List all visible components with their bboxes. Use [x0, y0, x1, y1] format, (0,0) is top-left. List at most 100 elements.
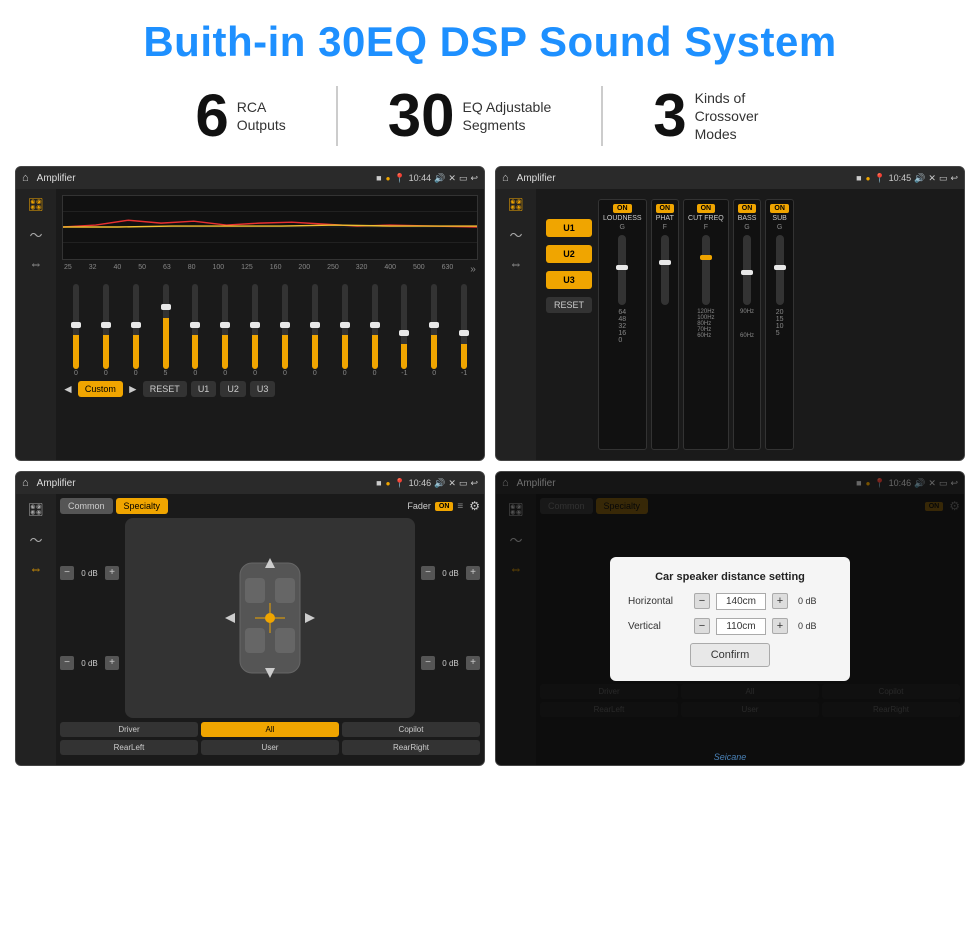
eq-band-320: 320	[356, 264, 368, 275]
eq-slider-14[interactable]: -1	[450, 284, 478, 377]
eq-val-11: 0	[373, 370, 377, 377]
vertical-value: 110cm	[716, 618, 766, 635]
eq-prev-icon[interactable]: ◄	[62, 382, 74, 396]
fader-home-icon[interactable]: ⌂	[22, 477, 29, 489]
eq-val-8: 0	[283, 370, 287, 377]
rearright-btn[interactable]: RearRight	[342, 740, 480, 755]
eq-slider-5[interactable]: 0	[181, 284, 209, 377]
eq-next-icon[interactable]: ►	[127, 382, 139, 396]
fader-sidebar-balance-icon[interactable]: ⇔	[30, 561, 43, 576]
eq-slider-10[interactable]: 0	[331, 284, 359, 377]
db-plus-3[interactable]: +	[466, 566, 480, 580]
all-btn[interactable]: All	[201, 722, 339, 737]
phat-slider[interactable]	[661, 235, 669, 305]
db-plus-1[interactable]: +	[105, 566, 119, 580]
phat-on-badge[interactable]: ON	[656, 204, 675, 213]
db-minus-3[interactable]: −	[421, 566, 435, 580]
amp-u3-btn[interactable]: U3	[546, 271, 592, 289]
vertical-minus-btn[interactable]: −	[694, 618, 710, 634]
db-minus-1[interactable]: −	[60, 566, 74, 580]
eq-slider-11[interactable]: 0	[361, 284, 389, 377]
amp-u1-btn[interactable]: U1	[546, 219, 592, 237]
eq-slider-8[interactable]: 0	[271, 284, 299, 377]
user-btn[interactable]: User	[201, 740, 339, 755]
home-icon[interactable]: ⌂	[22, 172, 29, 184]
loudness-label: LOUDNESS	[603, 215, 642, 222]
loudness-slider[interactable]	[618, 235, 626, 305]
db-minus-4[interactable]: −	[421, 656, 435, 670]
vertical-plus-btn[interactable]: +	[772, 618, 788, 634]
eq-slider-12[interactable]: -1	[390, 284, 418, 377]
eq-topbar: ⌂ Amplifier ■ ● 📍 10:44 🔊 ✕ ▭ ↩	[16, 167, 484, 189]
eq-sidebar-eq-icon[interactable]: 🎛	[28, 197, 45, 213]
amp-speaker-icon: 🔊	[914, 173, 925, 184]
amp-sidebar-wave-icon[interactable]: 〜	[509, 225, 522, 244]
fader-on-badge[interactable]: ON	[435, 502, 454, 511]
eq-u3-btn[interactable]: U3	[250, 381, 276, 397]
eq-slider-7[interactable]: 0	[241, 284, 269, 377]
amp-loudness-channel: ON LOUDNESS G 644832160	[598, 199, 647, 450]
bass-slider[interactable]	[743, 235, 751, 305]
eq-val-1: 0	[74, 370, 78, 377]
eq-slider-2[interactable]: 0	[92, 284, 120, 377]
eq-sidebar-balance-icon[interactable]: ⇔	[30, 256, 43, 271]
eq-status: 📍 10:44 🔊 ✕ ▭ ↩	[394, 173, 478, 184]
cutfreq-on-badge[interactable]: ON	[697, 204, 716, 213]
amp-reset-btn[interactable]: RESET	[546, 297, 592, 313]
amp-sidebar-balance-icon[interactable]: ⇔	[510, 256, 523, 271]
eq-slider-1[interactable]: 0	[62, 284, 90, 377]
loudness-on-badge[interactable]: ON	[613, 204, 632, 213]
amp-cutfreq-channel: ON CUT FREQ F 120Hz100Hz80Hz70Hz60Hz	[683, 199, 729, 450]
amp-back-icon[interactable]: ↩	[950, 173, 958, 184]
vertical-label: Vertical	[628, 621, 688, 632]
sub-slider[interactable]	[776, 235, 784, 305]
fader-settings-icon[interactable]: ⚙	[469, 499, 480, 513]
eq-slider-3[interactable]: 0	[122, 284, 150, 377]
eq-sidebar-wave-icon[interactable]: 〜	[29, 225, 42, 244]
eq-slider-4[interactable]: 5	[152, 284, 180, 377]
horizontal-plus-btn[interactable]: +	[772, 593, 788, 609]
fader-back-icon[interactable]: ↩	[470, 478, 478, 489]
eq-band-80: 80	[188, 264, 196, 275]
eq-back-icon[interactable]: ↩	[470, 173, 478, 184]
stat-crossover: 3 Kinds ofCrossover Modes	[603, 86, 834, 146]
eq-u1-btn[interactable]: U1	[191, 381, 217, 397]
stat-eq: 30 EQ AdjustableSegments	[338, 86, 603, 146]
bass-on-badge[interactable]: ON	[738, 204, 757, 213]
eq-slider-6[interactable]: 0	[211, 284, 239, 377]
sub-label: SUB	[772, 215, 786, 222]
db-plus-2[interactable]: +	[105, 656, 119, 670]
eq-u2-btn[interactable]: U2	[220, 381, 246, 397]
eq-val-3: 0	[134, 370, 138, 377]
amp-home-icon[interactable]: ⌂	[502, 172, 509, 184]
fader-sidebar-eq-icon[interactable]: 🎛	[28, 502, 45, 518]
cutfreq-slider[interactable]	[702, 235, 710, 305]
copilot-btn[interactable]: Copilot	[342, 722, 480, 737]
amp-sidebar-eq-icon[interactable]: 🎛	[508, 197, 525, 213]
fader-sidebar: 🎛 〜 ⇔	[16, 494, 56, 765]
db-plus-4[interactable]: +	[466, 656, 480, 670]
driver-btn[interactable]: Driver	[60, 722, 198, 737]
right-db-controls: − 0 dB + − 0 dB +	[421, 518, 480, 718]
fader-specialty-tab[interactable]: Specialty	[116, 498, 169, 514]
eq-band-125: 125	[241, 264, 253, 275]
car-svg	[220, 553, 320, 683]
eq-slider-9[interactable]: 0	[301, 284, 329, 377]
fader-sidebar-wave-icon[interactable]: 〜	[29, 530, 42, 549]
distance-screen: ⌂ Amplifier ■ ● 📍 10:46 🔊 ✕ ▭ ↩ 🎛 〜 ⇔	[495, 471, 965, 766]
sub-on-badge[interactable]: ON	[770, 204, 789, 213]
eq-val-9: 0	[313, 370, 317, 377]
rearleft-btn[interactable]: RearLeft	[60, 740, 198, 755]
horizontal-minus-btn[interactable]: −	[694, 593, 710, 609]
eq-band-63: 63	[163, 264, 171, 275]
amp-content: 🎛 〜 ⇔ U1 U2 U3 RESET	[496, 189, 964, 460]
db-minus-2[interactable]: −	[60, 656, 74, 670]
eq-reset-btn[interactable]: RESET	[143, 381, 187, 397]
fader-menu-icon[interactable]: ≡	[457, 501, 463, 512]
amp-u2-btn[interactable]: U2	[546, 245, 592, 263]
confirm-button[interactable]: Confirm	[690, 643, 771, 667]
eq-custom-btn[interactable]: Custom	[78, 381, 123, 397]
expand-icon[interactable]: »	[470, 264, 476, 275]
eq-slider-13[interactable]: 0	[420, 284, 448, 377]
fader-common-tab[interactable]: Common	[60, 498, 113, 514]
